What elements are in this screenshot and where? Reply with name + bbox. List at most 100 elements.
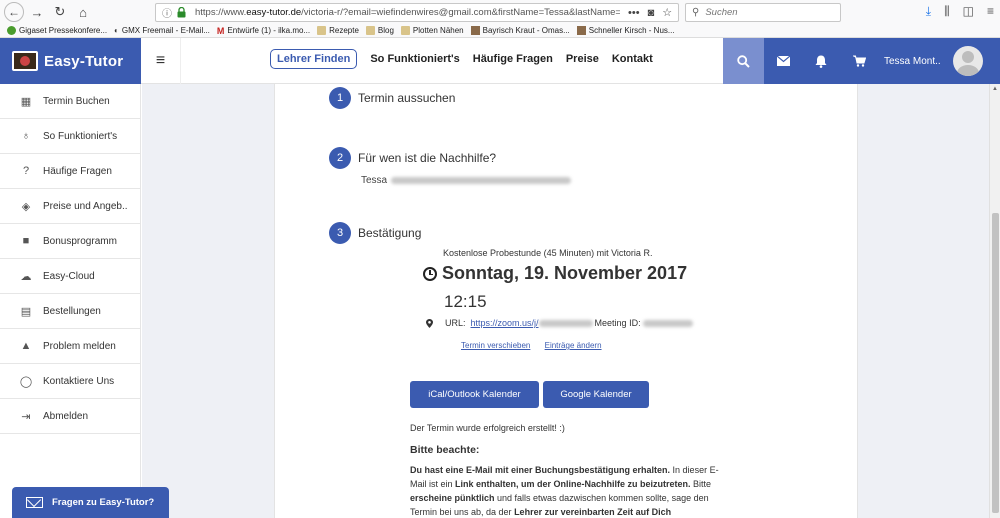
appointment-actions: Termin verschieben Einträge ändern — [461, 341, 743, 350]
app-header: Easy-Tutor ≡ Lehrer Finden So Funktionie… — [0, 38, 1000, 84]
question-icon: ? — [22, 165, 30, 177]
nav-haeufige-fragen[interactable]: Häufige Fragen — [473, 53, 553, 65]
sidebar-item-label: Preise und Angeb.. — [43, 200, 128, 212]
sidebar-item-easy-cloud[interactable]: ☁ Easy-Cloud — [0, 259, 140, 294]
bookmark-item[interactable]: Bayrisch Kraut - Omas... — [470, 26, 570, 35]
meeting-info: URL: https://zoom.us/j/ Meeting ID: — [423, 318, 743, 328]
address-bar[interactable]: ⓘ https://www.easy-tutor.de/victoria-r/?… — [155, 3, 679, 22]
logo-text: Easy-Tutor — [44, 52, 124, 70]
search-icon[interactable] — [723, 38, 764, 84]
sidebar-item-preise-und-angeb[interactable]: ◈ Preise und Angeb.. — [0, 189, 140, 224]
sidebar-item-label: Termin Buchen — [43, 95, 110, 107]
forward-icon[interactable]: → — [27, 2, 47, 22]
step-2: 2 Für wen ist die Nachhilfe? — [329, 147, 496, 169]
bookmark-item[interactable]: Plotten Nähen — [400, 26, 464, 35]
calendar-buttons: iCal/Outlook Kalender Google Kalender — [410, 381, 649, 408]
sidebar-item-bonusprogramm[interactable]: ■ Bonusprogramm — [0, 224, 140, 259]
scrollbar-thumb[interactable] — [992, 213, 999, 513]
booking-card: 1 Termin aussuchen 2 Für wen ist die Nac… — [274, 84, 858, 518]
bookmark-label: Entwürfe (1) - ilka.mo... — [227, 26, 311, 35]
download-icon[interactable]: ⤓ — [926, 4, 931, 19]
bell-icon[interactable] — [802, 38, 840, 84]
redacted-surname — [391, 177, 572, 184]
nav-preise[interactable]: Preise — [566, 53, 599, 65]
reload-icon[interactable]: ↻ — [50, 2, 70, 22]
bookmark-item[interactable]: Blog — [365, 26, 394, 35]
browser-search[interactable]: ⚲ — [685, 3, 841, 22]
sidebar-item-problem-melden[interactable]: ▲ Problem melden — [0, 329, 140, 364]
whatsapp-icon: ◯ — [19, 375, 33, 388]
main-content: 1 Termin aussuchen 2 Für wen ist die Nac… — [142, 84, 989, 518]
nav-so-funktionierts[interactable]: So Funktioniert's — [370, 53, 459, 65]
nav-kontakt[interactable]: Kontakt — [612, 53, 653, 65]
sidebar-item-kontaktiere-uns[interactable]: ◯ Kontaktiere Uns — [0, 364, 140, 399]
folder-icon — [317, 26, 327, 35]
envelope-icon[interactable] — [764, 38, 802, 84]
sidebar-toggle-icon[interactable]: ◫ — [963, 4, 974, 19]
help-chat-button[interactable]: Fragen zu Easy-Tutor? — [12, 487, 169, 518]
bookmark-label: Gigaset Pressekonfere... — [19, 26, 108, 35]
bookmark-label: Plotten Nähen — [412, 26, 464, 35]
lesson-subtitle: Kostenlose Probestunde (45 Minuten) mit … — [443, 248, 653, 258]
bookmark-item[interactable]: Rezepte — [317, 26, 359, 35]
bookmark-item[interactable]: ◐ GMX Freemail - E-Mail... — [114, 26, 210, 35]
sidebar: ▦ Termin Buchen ♁ So Funktioniert's? Häufige… — [0, 84, 141, 518]
info-icon[interactable]: ⓘ — [159, 5, 175, 20]
bookmark-label: Rezepte — [329, 26, 359, 35]
search-icon: ⚲ — [692, 7, 700, 18]
bookmark-star-icon[interactable]: ☆ — [662, 6, 672, 19]
step-1: 1 Termin aussuchen — [329, 87, 455, 109]
student-first-name: Tessa — [361, 175, 388, 186]
sidebar-item-label: Häufige Fragen — [43, 165, 112, 177]
lock-icon[interactable] — [177, 7, 189, 19]
bookmark-item[interactable]: Schneller Kirsch - Nus... — [576, 26, 675, 35]
folder-icon — [400, 26, 410, 35]
confirmation-details: Kostenlose Probestunde (45 Minuten) mit … — [423, 248, 743, 350]
location-pin-icon — [426, 318, 433, 328]
browser-search-input[interactable] — [705, 7, 826, 18]
bookmark-label: Bayrisch Kraut - Omas... — [482, 26, 570, 35]
nav-lehrer-finden[interactable]: Lehrer Finden — [270, 49, 358, 69]
bookmark-icon — [470, 26, 480, 35]
logo[interactable]: Easy-Tutor — [0, 38, 141, 84]
sidebar-item-label: Bestellungen — [43, 305, 101, 317]
cart-icon[interactable] — [840, 38, 878, 84]
top-navigation: Lehrer Finden So Funktioniert's Häufige … — [270, 49, 666, 69]
bookmark-icon — [7, 26, 16, 35]
page-scrollbar[interactable]: ▲ — [989, 84, 1000, 518]
sidebar-item-häufige-fragen[interactable]: ? Häufige Fragen — [0, 154, 140, 189]
back-icon[interactable]: ← — [4, 2, 24, 22]
reschedule-link[interactable]: Termin verschieben — [461, 341, 530, 350]
tag-icon: ◈ — [21, 200, 31, 213]
avatar[interactable] — [952, 46, 983, 76]
page-actions-icon[interactable]: ••• — [628, 7, 640, 19]
home-icon[interactable]: ⌂ — [73, 2, 93, 22]
zoom-link[interactable]: https://zoom.us/j/ — [471, 318, 539, 328]
edit-entries-link[interactable]: Einträge ändern — [545, 341, 602, 350]
sidebar-item-label: Kontaktiere Uns — [43, 375, 115, 387]
folder-icon — [365, 26, 375, 35]
library-icon[interactable]: ⫼ — [944, 4, 950, 19]
calendar-icon: ▦ — [20, 95, 32, 108]
bookmark-item[interactable]: M Entwürfe (1) - ilka.mo... — [217, 26, 311, 36]
pocket-icon[interactable]: ◙ — [648, 7, 655, 19]
sidebar-item-termin-buchen[interactable]: ▦ Termin Buchen — [0, 84, 140, 119]
bookmark-item[interactable]: Gigaset Pressekonfere... — [7, 26, 107, 35]
bookmark-icon — [576, 26, 586, 35]
scroll-up-icon[interactable]: ▲ — [992, 86, 998, 92]
user-name[interactable]: Tessa Mont.. — [884, 56, 941, 67]
google-calendar-button[interactable]: Google Kalender — [543, 381, 649, 408]
sidebar-item-label: So Funktioniert's — [43, 130, 118, 142]
help-button-label: Fragen zu Easy-Tutor? — [52, 497, 155, 508]
logout-icon: ⇥ — [21, 410, 31, 423]
ical-outlook-button[interactable]: iCal/Outlook Kalender — [410, 381, 539, 408]
sidebar-item-abmelden[interactable]: ⇥ Abmelden — [0, 399, 140, 434]
sidebar-item-so-funktioniert-s[interactable]: ♁ So Funktioniert's — [0, 119, 140, 154]
success-message: Der Termin wurde erfolgreich erstellt! :… — [410, 423, 565, 433]
step-number: 1 — [329, 87, 351, 109]
sidebar-item-bestellungen[interactable]: ▤ Bestellungen — [0, 294, 140, 329]
gift-icon: ■ — [22, 235, 30, 247]
menu-icon[interactable]: ≡ — [987, 4, 994, 19]
hamburger-menu-icon[interactable]: ≡ — [141, 38, 181, 84]
sidebar-item-label: Bonusprogramm — [43, 235, 117, 247]
